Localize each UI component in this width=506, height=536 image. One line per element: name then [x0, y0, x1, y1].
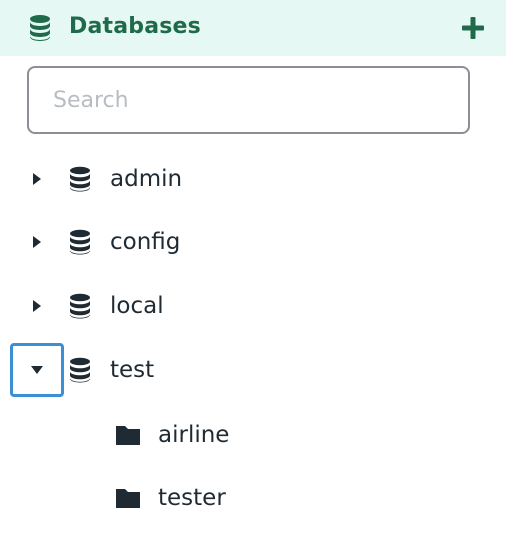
databases-header: Databases: [0, 0, 506, 56]
tree-item-airline[interactable]: airline: [0, 408, 506, 464]
collapse-toggle[interactable]: [10, 343, 64, 397]
caret-right-icon: [33, 300, 41, 312]
folder-icon: [116, 426, 140, 445]
database-icon: [70, 357, 90, 383]
tree-item-tester[interactable]: tester: [0, 471, 506, 527]
collection-label: airline: [158, 422, 230, 448]
databases-panel: Databases admin: [0, 0, 506, 536]
database-icon: [70, 293, 90, 319]
tree-item-admin[interactable]: admin: [0, 152, 506, 208]
expand-toggle[interactable]: [10, 152, 64, 206]
search-input[interactable]: [27, 66, 470, 134]
expand-toggle[interactable]: [10, 279, 64, 333]
expand-toggle[interactable]: [10, 215, 64, 269]
collection-label: tester: [158, 485, 226, 511]
database-label: config: [110, 229, 181, 255]
database-icon: [70, 166, 90, 192]
database-icon: [30, 15, 50, 41]
database-icon: [70, 229, 90, 255]
tree-item-local[interactable]: local: [0, 279, 506, 335]
tree-item-config[interactable]: config: [0, 215, 506, 271]
add-database-button[interactable]: [458, 13, 488, 43]
caret-right-icon: [33, 236, 41, 248]
caret-right-icon: [33, 173, 41, 185]
page-title: Databases: [69, 14, 201, 39]
folder-icon: [116, 489, 140, 508]
database-label: local: [110, 293, 164, 319]
database-label: test: [110, 357, 155, 383]
tree-item-test[interactable]: test: [0, 343, 506, 399]
caret-down-icon: [31, 366, 43, 374]
database-label: admin: [110, 166, 183, 192]
